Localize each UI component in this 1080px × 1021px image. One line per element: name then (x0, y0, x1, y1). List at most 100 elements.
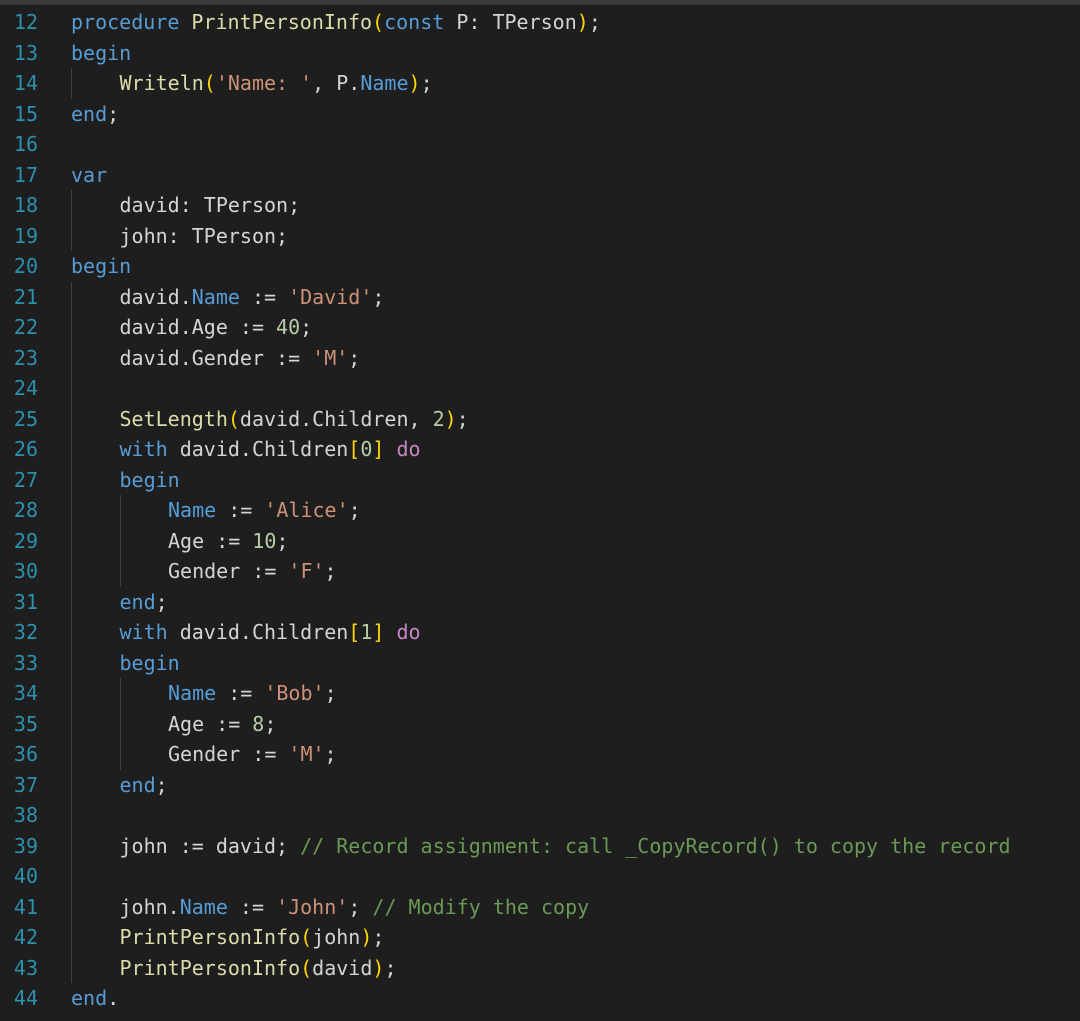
code-line[interactable]: 26 with david.Children[0] do (0, 434, 1080, 465)
code-token: Name (191, 284, 240, 309)
code-token: [ (348, 437, 361, 461)
line-number: 26 (13, 437, 38, 461)
indent-guide (71, 525, 72, 556)
code-line[interactable]: 18 david: TPerson; (0, 190, 1080, 221)
code-line[interactable]: 21 david.Name := 'David'; (0, 281, 1080, 313)
code-token: 10 (252, 528, 277, 553)
indent-guide (119, 739, 121, 770)
code-text: end. (71, 983, 119, 1014)
code-line[interactable]: 13 begin (0, 38, 1080, 69)
code-line[interactable]: 33 begin (0, 647, 1080, 678)
indent-guide (71, 312, 72, 343)
code-line[interactable]: 24 (0, 373, 1080, 404)
code-token: ; (276, 528, 289, 553)
indent-guide (71, 830, 72, 861)
code-token: 1 (360, 620, 373, 644)
code-line[interactable]: 17 var (0, 160, 1080, 191)
code-token: 'Alice' (264, 498, 349, 522)
code-token: end (71, 101, 108, 126)
code-line[interactable]: 42 PrintPersonInfo(john); (0, 922, 1080, 953)
code-line[interactable]: 14 Writeln('Name: ', P.Name); (0, 68, 1080, 99)
line-number: 22 (13, 315, 38, 339)
code-line[interactable]: 41 john.Name := 'John'; // Modify the cop… (0, 891, 1080, 922)
line-number: 33 (13, 650, 38, 675)
code-token: 'M' (312, 345, 349, 370)
code-token: 'F' (288, 559, 325, 583)
code-token: := (227, 894, 277, 919)
indent-guide (71, 647, 72, 678)
code-token: 40 (276, 315, 301, 339)
code-text: Age := 8; (168, 709, 276, 740)
code-text: Name := 'Alice'; (168, 495, 361, 526)
code-line[interactable]: 30 Gender := 'F'; (0, 556, 1080, 587)
code-line[interactable]: 15 end; (0, 99, 1080, 130)
code-line[interactable]: 16 (0, 129, 1080, 160)
code-line[interactable]: 39 john := david; // Record assignment: c… (0, 830, 1080, 861)
code-token: david.Age := (119, 315, 277, 339)
code-text: procedure PrintPersonInfo(const P: TPers… (71, 7, 601, 38)
code-line[interactable]: 40 (0, 861, 1080, 892)
code-line[interactable]: 31 end; (0, 586, 1080, 617)
line-number: 38 (13, 803, 38, 827)
code-token: ; (372, 284, 385, 309)
code-line[interactable]: 35 Age := 8; (0, 708, 1080, 740)
line-number: 43 (13, 955, 38, 980)
line-number: 36 (13, 742, 38, 766)
code-line[interactable]: 44 end. (0, 983, 1080, 1014)
code-token: [ (348, 620, 361, 644)
code-line[interactable]: 29 Age := 10; (0, 525, 1080, 556)
indent-guide (71, 891, 72, 922)
line-number: 42 (13, 925, 38, 949)
indent-guide (71, 403, 72, 434)
code-lines[interactable]: 12 procedure PrintPersonInfo(const P: TPe… (0, 7, 1080, 1014)
code-token: ; (324, 742, 337, 766)
code-token: Name (179, 894, 228, 919)
code-line[interactable]: 19 john: TPerson; (0, 220, 1080, 251)
code-token: const (384, 10, 445, 34)
line-number: 19 (13, 223, 38, 248)
line-number: 31 (13, 589, 38, 614)
code-line[interactable]: 25 SetLength(david.Children, 2); (0, 403, 1080, 434)
code-token: Age := (168, 711, 253, 736)
code-line[interactable]: 22 david.Age := 40; (0, 312, 1080, 343)
code-line[interactable]: 32 with david.Children[1] do (0, 617, 1080, 648)
code-token: ; (324, 681, 337, 705)
code-line[interactable]: 12 procedure PrintPersonInfo(const P: TPe… (0, 7, 1080, 38)
code-token: ; (155, 772, 168, 797)
code-line[interactable]: 20 begin (0, 251, 1080, 282)
code-token: PrintPersonInfo (191, 10, 373, 34)
code-token: ] (372, 620, 385, 644)
code-text: begin (71, 38, 131, 69)
code-line[interactable]: 23 david.Gender := 'M'; (0, 342, 1080, 374)
code-token: ] (372, 437, 385, 461)
code-line[interactable]: 27 begin (0, 464, 1080, 495)
indent-guide (71, 861, 72, 892)
code-text: david.Gender := 'M'; (120, 343, 361, 374)
code-token: ; (348, 498, 361, 522)
code-token: john. (119, 894, 180, 919)
code-token: Gender := (168, 742, 289, 766)
code-token: david.Children (167, 620, 349, 644)
code-token: ) (576, 10, 589, 34)
code-line[interactable]: 37 end; (0, 769, 1080, 800)
code-editor[interactable]: 12 procedure PrintPersonInfo(const P: TPe… (0, 0, 1080, 1021)
code-line[interactable]: 38 (0, 800, 1080, 831)
code-text: Name := 'Bob'; (168, 678, 337, 709)
code-line[interactable]: 28 Name := 'Alice'; (0, 495, 1080, 526)
line-number: 27 (13, 467, 38, 492)
code-line[interactable]: 36 Gender := 'M'; (0, 739, 1080, 770)
code-text: david.Name := 'David'; (120, 282, 385, 313)
code-line[interactable]: 34 Name := 'Bob'; (0, 678, 1080, 709)
code-text: with david.Children[0] do (120, 434, 421, 465)
indent-guide (119, 495, 121, 526)
code-line[interactable]: 43 PrintPersonInfo(david); (0, 952, 1080, 983)
line-number: 41 (13, 894, 38, 919)
indent-guide (71, 464, 72, 495)
indent-guide (71, 373, 72, 404)
code-token: david (312, 955, 373, 980)
line-number: 24 (13, 376, 38, 400)
code-token: begin (119, 650, 180, 675)
line-number: 20 (13, 254, 38, 278)
